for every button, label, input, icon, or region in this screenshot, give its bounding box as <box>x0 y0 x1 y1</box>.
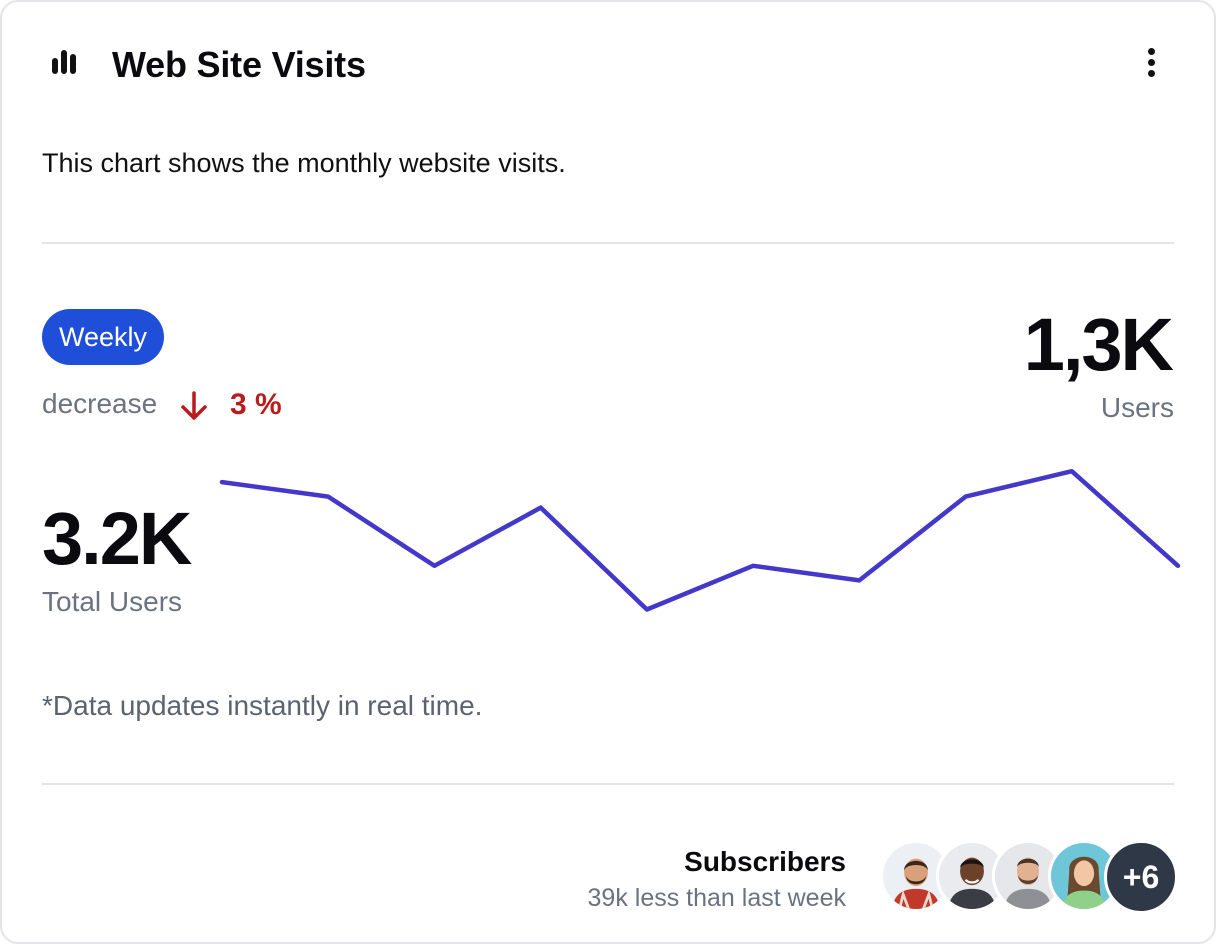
users-label: Users <box>1101 392 1174 424</box>
card-title: Web Site Visits <box>112 44 366 86</box>
more-vertical-icon[interactable] <box>1146 48 1156 78</box>
subscribers-summary: Subscribers 39k less than last week <box>588 846 846 913</box>
arrow-down-icon <box>180 390 208 422</box>
subscribers-subtitle: 39k less than last week <box>588 884 846 913</box>
total-users-count: 3.2K <box>42 496 190 581</box>
bar-chart-icon <box>50 48 80 76</box>
card-header: Web Site Visits <box>50 42 1174 86</box>
total-users-label: Total Users <box>42 586 182 618</box>
trend-value: 3 % <box>230 388 282 422</box>
trend-label: decrease <box>42 388 157 420</box>
visits-line-chart <box>2 2 1216 946</box>
divider <box>42 242 1174 244</box>
subscribers-title: Subscribers <box>588 846 846 878</box>
realtime-note: *Data updates instantly in real time. <box>42 690 482 722</box>
visits-series-line <box>222 471 1178 609</box>
period-toggle-button[interactable]: Weekly <box>42 309 164 365</box>
users-count: 1,3K <box>1024 302 1172 387</box>
card-description: This chart shows the monthly website vis… <box>42 148 566 179</box>
website-visits-card: Web Site Visits This chart shows the mon… <box>0 0 1216 944</box>
more-subscribers-badge[interactable]: +6 <box>1104 840 1178 914</box>
divider <box>42 783 1174 785</box>
